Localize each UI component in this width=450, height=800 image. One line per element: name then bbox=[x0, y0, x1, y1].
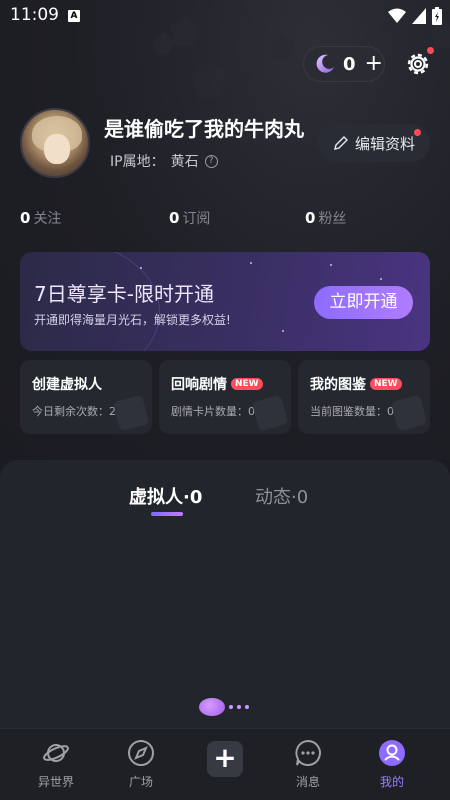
settings-notification-dot bbox=[427, 47, 434, 54]
stat-following[interactable]: 0 关注 bbox=[20, 208, 61, 228]
card-title: 我的图鉴 NEW bbox=[310, 374, 402, 394]
username: 是谁偷吃了我的牛肉丸 bbox=[104, 117, 304, 141]
my-collection-card[interactable]: 我的图鉴 NEW 当前图鉴数量：0 bbox=[298, 360, 430, 434]
nav-item-square[interactable]: 广场 bbox=[106, 729, 176, 800]
stat-followers-count: 0 bbox=[305, 209, 316, 227]
battery-icon bbox=[432, 7, 442, 25]
stats-row: 0 关注 0 订阅 0 粉丝 bbox=[0, 208, 450, 230]
vip-subtitle: 开通即得海量月光石，解锁更多权益! bbox=[34, 313, 231, 327]
banner-star bbox=[330, 264, 332, 266]
stat-subscriptions[interactable]: 0 订阅 bbox=[169, 208, 210, 228]
vip-banner[interactable]: 7日尊享卡-限时开通 开通即得海量月光石，解锁更多权益! 立即开通 bbox=[20, 252, 430, 351]
nav-item-otherworld[interactable]: 异世界 bbox=[21, 729, 91, 800]
ip-location-row: IP属地： 黄石 ? bbox=[110, 151, 218, 171]
tab-virtual-humans[interactable]: 虚拟人·0 bbox=[129, 483, 202, 509]
loading-indicator bbox=[199, 698, 249, 716]
status-time: 11:09 bbox=[10, 5, 59, 25]
card-title: 创建虚拟人 bbox=[32, 374, 102, 394]
card-subtitle: 当前图鉴数量：0 bbox=[310, 405, 394, 418]
loading-dot bbox=[229, 705, 233, 709]
moon-icon bbox=[316, 54, 334, 73]
card-decoration-icon bbox=[390, 394, 428, 432]
content-panel bbox=[0, 460, 450, 728]
nav-item-mine[interactable]: 我的 bbox=[357, 729, 427, 800]
card-subtitle: 今日剩余次数：2 bbox=[32, 405, 116, 418]
avatar[interactable] bbox=[20, 108, 90, 178]
tab-posts[interactable]: 动态·0 bbox=[255, 483, 308, 509]
help-icon[interactable]: ? bbox=[204, 154, 218, 168]
moon-count: 0 bbox=[343, 53, 356, 75]
card-decoration-icon bbox=[112, 394, 150, 432]
add-moonstone-icon[interactable]: + bbox=[365, 53, 383, 75]
stat-following-label: 关注 bbox=[33, 211, 62, 227]
mascot-blob-icon bbox=[199, 698, 225, 716]
stat-subscriptions-label: 订阅 bbox=[182, 211, 211, 227]
active-tab-indicator bbox=[151, 512, 183, 516]
new-badge: NEW bbox=[370, 378, 402, 390]
card-title-text: 创建虚拟人 bbox=[32, 377, 102, 393]
pencil-icon bbox=[334, 136, 348, 150]
notification-a-icon: A bbox=[68, 10, 80, 22]
echo-story-card[interactable]: 回响剧情 NEW 剧情卡片数量：0 bbox=[159, 360, 291, 434]
activate-now-button[interactable]: 立即开通 bbox=[314, 286, 413, 319]
edit-profile-button[interactable]: 编辑资料 bbox=[318, 124, 430, 162]
new-badge: NEW bbox=[231, 378, 263, 390]
create-plus-button[interactable]: + bbox=[207, 741, 243, 777]
ip-label: IP属地： bbox=[110, 154, 165, 170]
stat-subscriptions-count: 0 bbox=[169, 209, 180, 227]
card-title-text: 我的图鉴 bbox=[310, 377, 366, 393]
card-title: 回响剧情 NEW bbox=[171, 374, 263, 394]
card-title-text: 回响剧情 bbox=[171, 377, 227, 393]
stat-following-count: 0 bbox=[20, 209, 31, 227]
settings-gear-icon[interactable] bbox=[404, 50, 432, 78]
card-decoration-icon bbox=[251, 394, 289, 432]
profile-icon bbox=[379, 740, 405, 766]
planet-icon bbox=[43, 744, 69, 762]
stat-followers[interactable]: 0 粉丝 bbox=[305, 208, 346, 228]
status-bar: 11:09 A bbox=[0, 0, 450, 32]
moonstone-balance-button[interactable]: 0 + bbox=[303, 46, 385, 82]
avatar-face bbox=[44, 134, 70, 164]
banner-star bbox=[380, 278, 382, 280]
wifi-icon bbox=[388, 8, 406, 23]
card-subtitle: 剧情卡片数量：0 bbox=[171, 405, 255, 418]
banner-star bbox=[140, 267, 142, 269]
nav-label: 消息 bbox=[295, 775, 320, 789]
loading-dot bbox=[245, 705, 249, 709]
nav-label: 我的 bbox=[379, 775, 404, 789]
chat-icon bbox=[295, 739, 321, 766]
compass-icon bbox=[128, 740, 154, 766]
create-virtual-human-card[interactable]: 创建虚拟人 今日剩余次数：2 bbox=[20, 360, 152, 434]
loading-dot bbox=[237, 705, 241, 709]
banner-star bbox=[282, 330, 284, 332]
signal-icon bbox=[412, 8, 426, 24]
ip-location: 黄石 bbox=[170, 154, 199, 170]
nav-item-messages[interactable]: 消息 bbox=[273, 729, 343, 800]
status-icons bbox=[388, 7, 442, 25]
stat-followers-label: 粉丝 bbox=[318, 211, 347, 227]
edit-notification-dot bbox=[414, 129, 421, 136]
nav-label: 异世界 bbox=[37, 775, 74, 789]
vip-title: 7日尊享卡-限时开通 bbox=[34, 282, 214, 306]
nav-label: 广场 bbox=[128, 775, 153, 789]
banner-star bbox=[250, 262, 252, 264]
edit-profile-label: 编辑资料 bbox=[354, 134, 415, 153]
